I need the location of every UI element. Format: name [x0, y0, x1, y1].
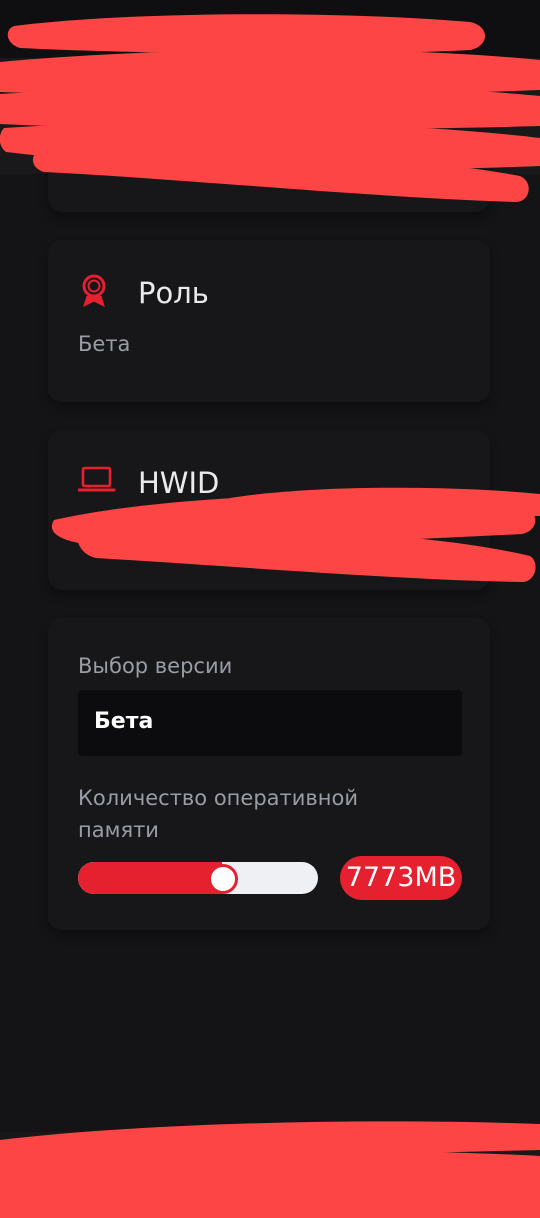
hwid-card: HWID: [48, 430, 490, 590]
hwid-title: HWID: [138, 466, 220, 500]
role-card: Роль Бета: [48, 240, 490, 402]
award-icon: [78, 272, 114, 312]
laptop-icon: [77, 464, 116, 504]
settings-card: Выбор версии Бета Количество оперативной…: [48, 618, 490, 930]
app-screen: Роль Бета HWID Выбор версии Бета Количес…: [0, 0, 540, 1218]
ram-slider-fill: [78, 862, 222, 894]
ram-slider[interactable]: [78, 862, 318, 894]
role-title: Роль: [138, 276, 209, 310]
bottom-bar: [0, 1132, 540, 1218]
ram-slider-thumb[interactable]: [208, 864, 238, 894]
role-value: Бета: [78, 332, 131, 356]
ram-value-badge: 7773MB: [340, 856, 462, 900]
version-label: Выбор версии: [78, 654, 233, 678]
version-selected-value: Бета: [94, 709, 154, 734]
date-card: [48, 120, 490, 212]
status-bar: [0, 0, 540, 58]
ram-slider-track[interactable]: [78, 862, 318, 894]
version-select[interactable]: Бета: [78, 690, 462, 756]
ram-label: Количество оперативной памяти: [78, 786, 359, 842]
